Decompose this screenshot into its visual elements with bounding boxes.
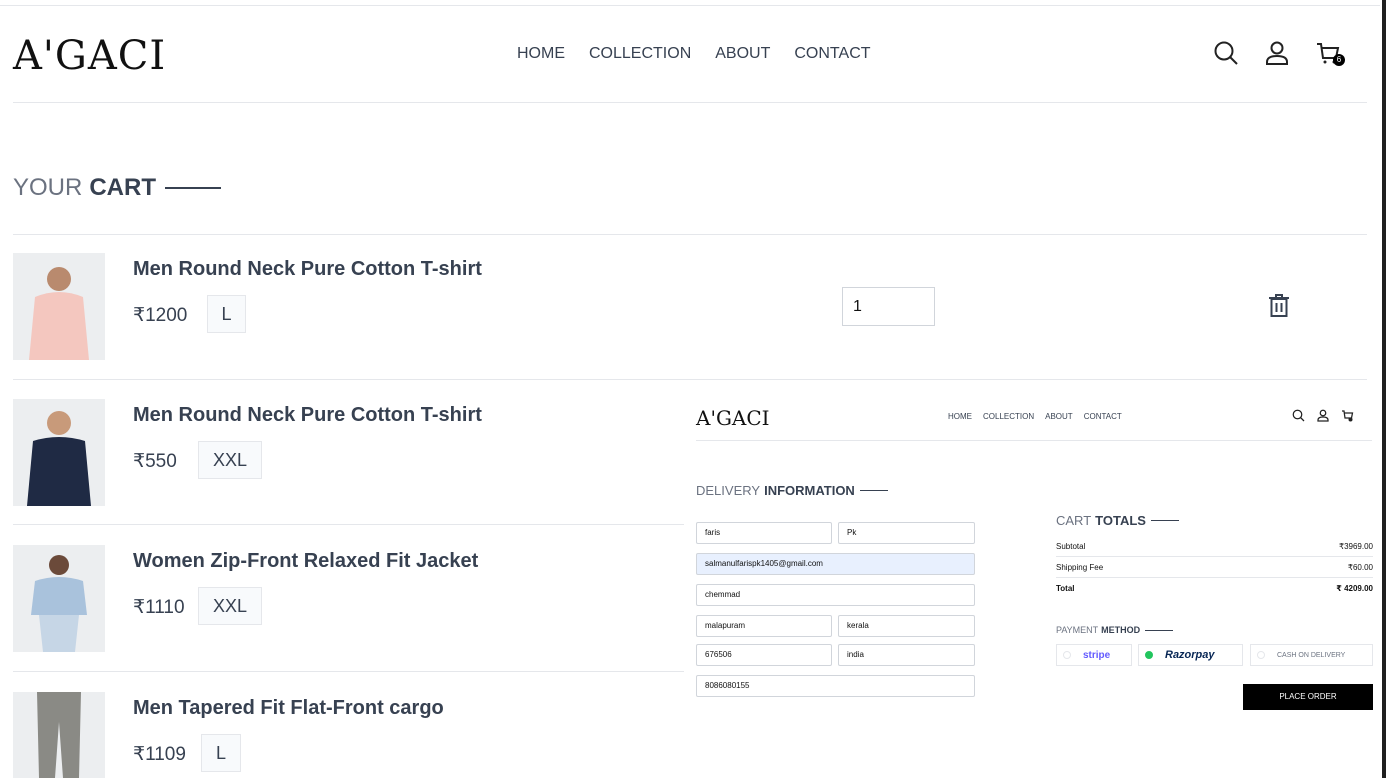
- product-price: ₹1200: [133, 305, 188, 326]
- checkout-nav-about[interactable]: ABOUT: [1045, 412, 1073, 421]
- product-image: [13, 253, 105, 360]
- cart-title-light: YOUR: [13, 174, 83, 201]
- street-field[interactable]: chemmad: [696, 584, 975, 606]
- first-name-field[interactable]: faris: [696, 522, 832, 544]
- profile-icon[interactable]: [1317, 409, 1329, 422]
- title-underline: [1150, 519, 1179, 522]
- cart-totals-title: CART TOTALS: [1056, 513, 1179, 528]
- product-size: XXL: [198, 587, 262, 625]
- checkout-nav-collection[interactable]: COLLECTION: [983, 412, 1034, 421]
- checkout-nav-contact[interactable]: CONTACT: [1084, 412, 1122, 421]
- totals-divider: [1056, 577, 1373, 578]
- nav-contact[interactable]: CONTACT: [794, 45, 870, 63]
- stripe-radio[interactable]: [1063, 651, 1071, 659]
- payment-method-title: PAYMENT METHOD: [1056, 625, 1174, 635]
- title-underline: [859, 489, 888, 492]
- product-size: L: [201, 734, 241, 772]
- checkout-logo[interactable]: A'GACI: [696, 406, 770, 430]
- search-icon[interactable]: [1292, 409, 1305, 422]
- quantity-input[interactable]: 1: [842, 287, 935, 326]
- cod-label: CASH ON DELIVERY: [1277, 651, 1346, 659]
- shipping-value: ₹60.00: [1347, 563, 1373, 572]
- product-name: Men Round Neck Pure Cotton T-shirt: [133, 404, 482, 426]
- product-name: Men Round Neck Pure Cotton T-shirt: [133, 258, 482, 280]
- delivery-title: DELIVERY INFORMATION: [696, 483, 888, 498]
- last-name-field[interactable]: Pk: [838, 522, 975, 544]
- totals-title-bold: TOTALS: [1095, 513, 1146, 528]
- product-name: Men Tapered Fit Flat-Front cargo: [133, 697, 444, 719]
- product-price: ₹550: [133, 451, 177, 472]
- email-field[interactable]: salmanulfarispk1405@gmail.com: [696, 553, 975, 575]
- row-divider: [13, 234, 1367, 235]
- profile-icon[interactable]: [1265, 40, 1289, 66]
- product-name: Women Zip-Front Relaxed Fit Jacket: [133, 550, 479, 572]
- razorpay-logo: Razorpay: [1165, 649, 1215, 661]
- totals-divider: [1056, 556, 1373, 557]
- cart-count-badge: 6: [1333, 54, 1345, 66]
- header-divider: [13, 102, 1367, 103]
- nav-collection[interactable]: COLLECTION: [589, 45, 691, 63]
- zipcode-field[interactable]: 676506: [696, 644, 832, 666]
- product-price: ₹1110: [133, 597, 185, 618]
- total-value: ₹ 4209.00: [1336, 584, 1373, 593]
- country-field[interactable]: india: [838, 644, 975, 666]
- checkout-nav-home[interactable]: HOME: [948, 412, 972, 421]
- product-size: L: [207, 295, 246, 333]
- nav-about[interactable]: ABOUT: [715, 45, 770, 63]
- title-underline: [165, 187, 221, 189]
- delivery-title-light: DELIVERY: [696, 483, 761, 498]
- payment-option-stripe[interactable]: stripe: [1056, 644, 1132, 666]
- stripe-logo: stripe: [1083, 649, 1111, 661]
- checkout-screenshot-panel: A'GACI HOME COLLECTION ABOUT CONTACT DEL…: [684, 392, 1380, 778]
- razorpay-radio[interactable]: [1145, 651, 1153, 659]
- top-divider: [0, 5, 1380, 6]
- checkout-header-icons: [1292, 409, 1354, 422]
- brand-logo[interactable]: A'GACI: [13, 36, 166, 76]
- subtotal-row: Subtotal ₹3969.00: [1056, 542, 1373, 551]
- place-order-button[interactable]: PLACE ORDER: [1243, 684, 1373, 710]
- state-field[interactable]: kerala: [838, 615, 975, 637]
- row-divider: [13, 379, 1367, 380]
- product-image: [13, 545, 105, 652]
- main-nav: HOME COLLECTION ABOUT CONTACT: [517, 45, 871, 63]
- product-size: XXL: [198, 441, 262, 479]
- product-price: ₹1109: [133, 744, 186, 765]
- delivery-title-bold: INFORMATION: [764, 483, 855, 498]
- subtotal-value: ₹3969.00: [1338, 542, 1373, 551]
- trash-icon[interactable]: [1268, 294, 1290, 318]
- nav-home[interactable]: HOME: [517, 45, 565, 63]
- city-field[interactable]: malapuram: [696, 615, 832, 637]
- total-row: Total ₹ 4209.00: [1056, 584, 1373, 593]
- payment-option-razorpay[interactable]: Razorpay: [1138, 644, 1243, 666]
- shipping-label: Shipping Fee: [1056, 563, 1104, 572]
- checkout-header-divider: [696, 440, 1372, 441]
- header-icons: 6: [1213, 40, 1345, 66]
- cart-title: YOUR CART: [13, 174, 221, 202]
- payment-option-cod[interactable]: CASH ON DELIVERY: [1250, 644, 1373, 666]
- totals-title-light: CART: [1056, 513, 1092, 528]
- cart-title-bold: CART: [89, 174, 156, 201]
- site-header: A'GACI HOME COLLECTION ABOUT CONTACT 6: [13, 36, 1367, 76]
- window-edge: [1382, 0, 1386, 778]
- cart-icon[interactable]: [1341, 409, 1354, 422]
- title-underline: [1145, 629, 1174, 631]
- product-image: [13, 399, 105, 506]
- cod-radio[interactable]: [1257, 651, 1265, 659]
- search-icon[interactable]: [1213, 40, 1239, 66]
- product-image: [13, 692, 105, 778]
- shipping-row: Shipping Fee ₹60.00: [1056, 563, 1373, 572]
- phone-field[interactable]: 8086080155: [696, 675, 975, 697]
- payment-title-bold: METHOD: [1101, 625, 1141, 635]
- subtotal-label: Subtotal: [1056, 542, 1086, 551]
- checkout-nav: HOME COLLECTION ABOUT CONTACT: [948, 412, 1122, 421]
- cart-button[interactable]: 6: [1315, 40, 1345, 66]
- total-label: Total: [1056, 584, 1075, 593]
- payment-title-light: PAYMENT: [1056, 625, 1099, 635]
